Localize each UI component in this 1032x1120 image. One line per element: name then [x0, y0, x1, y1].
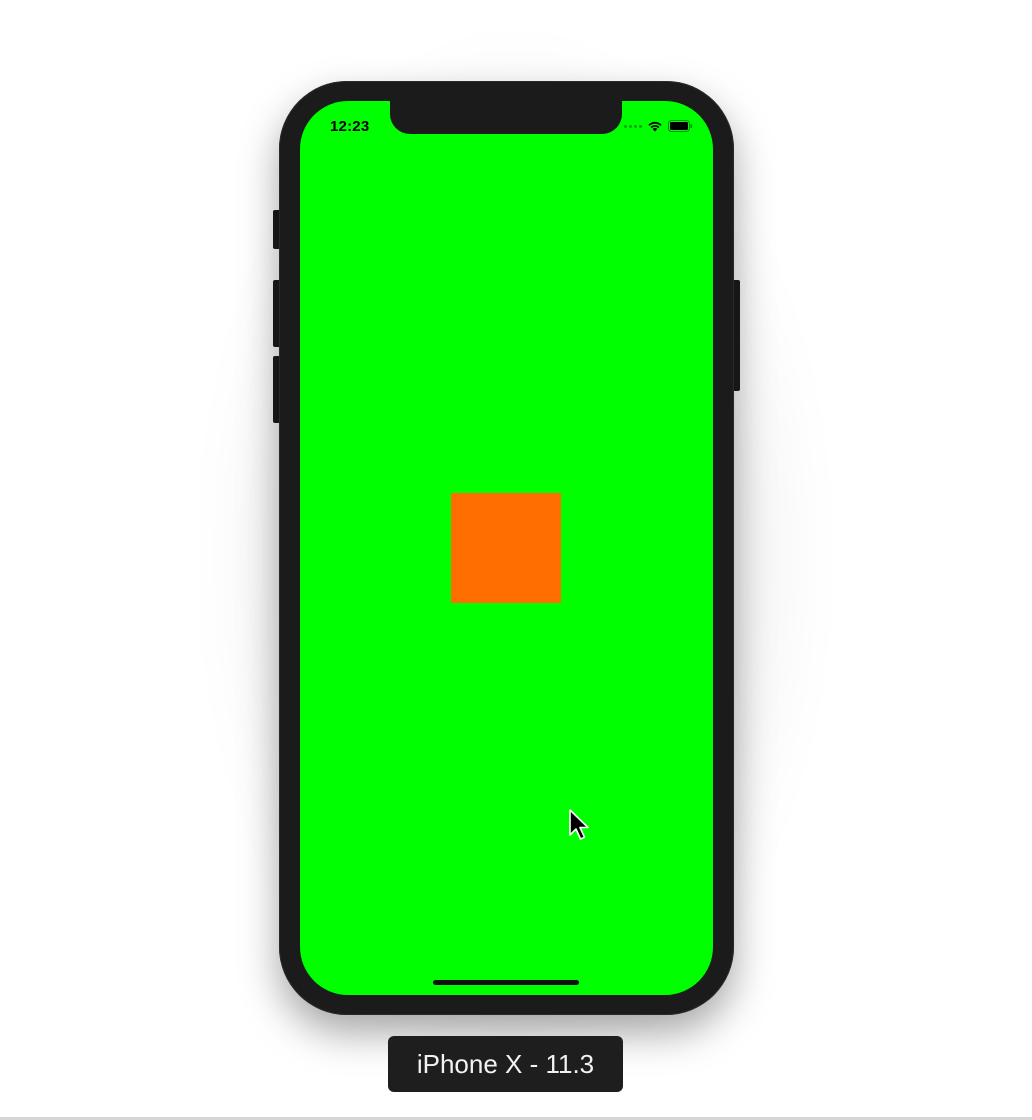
status-bar-indicators	[624, 120, 693, 132]
mouse-pointer-icon	[568, 808, 592, 844]
cellular-signal-icon	[624, 124, 642, 128]
battery-icon	[668, 120, 693, 132]
device-screen[interactable]: 12:23	[300, 101, 713, 995]
device-name-label: iPhone X - 11.3	[388, 1036, 623, 1092]
notch	[390, 101, 622, 134]
status-bar-time: 12:23	[330, 118, 370, 135]
wifi-icon	[647, 120, 663, 132]
home-indicator[interactable]	[433, 980, 579, 985]
simulator-window: 12:23 iPhone X - 11.3	[0, 0, 1032, 1120]
orange-square-view[interactable]	[451, 493, 561, 603]
